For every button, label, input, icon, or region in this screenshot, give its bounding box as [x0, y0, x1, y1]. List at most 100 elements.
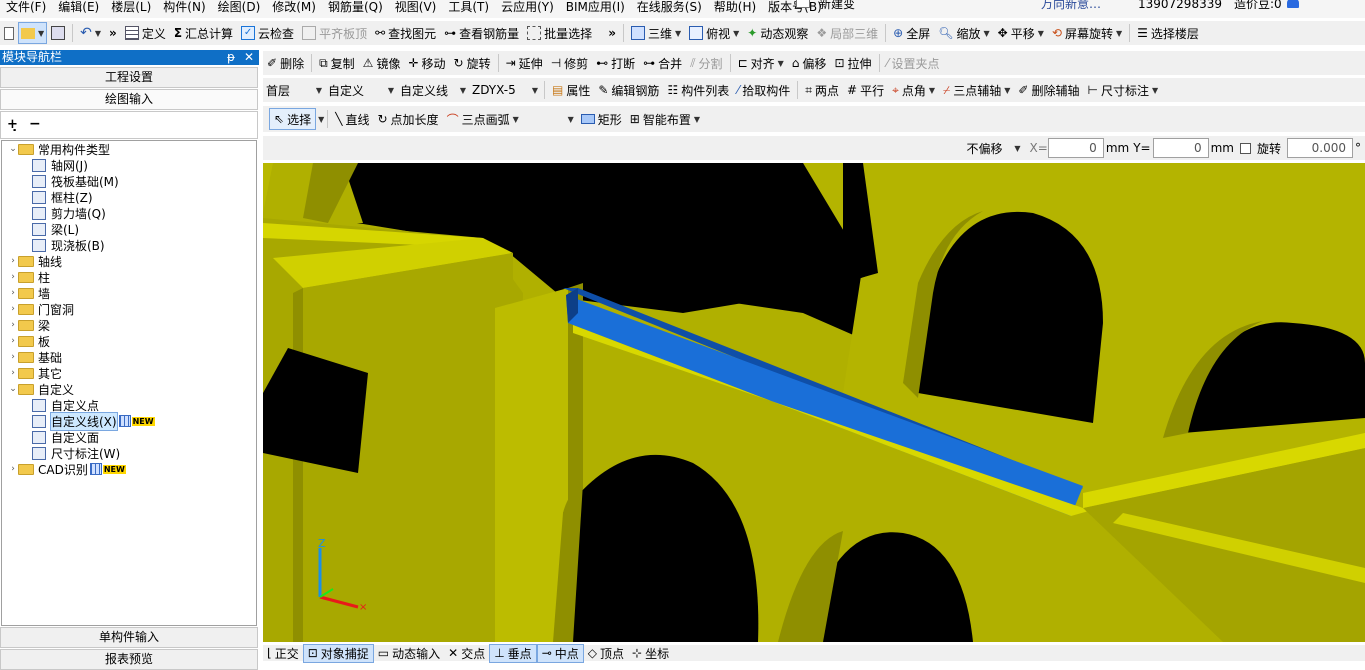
parallel-button[interactable]: # 平行: [843, 79, 888, 101]
define-button[interactable]: 定义: [121, 22, 170, 44]
project-settings-button[interactable]: 工程设置: [0, 67, 258, 88]
line-button[interactable]: ╲ 直线: [331, 108, 373, 130]
perpendicular-toggle[interactable]: ⊥ 垂点: [489, 643, 537, 663]
tree-item[interactable]: 现浇板(B): [32, 237, 105, 253]
chevron-down-icon[interactable]: ▼: [318, 115, 324, 124]
chevron-right-icon[interactable]: ›: [8, 256, 18, 266]
bell-icon[interactable]: [1287, 0, 1299, 8]
menu-tools[interactable]: 工具(T): [442, 0, 495, 14]
tree-item[interactable]: › 柱: [8, 269, 50, 285]
mirror-button[interactable]: ⚠︎ 镜像: [359, 52, 405, 74]
fullscreen-button[interactable]: ⊕ 全屏: [889, 22, 934, 44]
pin-icon[interactable]: ᵽ: [227, 50, 235, 65]
undo-button[interactable]: ↶ ▼: [76, 22, 105, 44]
property-button[interactable]: ▤ 属性: [548, 79, 594, 101]
save-button[interactable]: [47, 22, 69, 44]
break-button[interactable]: ⊷ 打断: [592, 52, 639, 74]
menu-element[interactable]: 构件(N): [157, 0, 211, 14]
menu-view[interactable]: 视图(V): [389, 0, 443, 14]
chevron-down-icon[interactable]: ⌄: [8, 384, 18, 394]
drawing-input-button[interactable]: 绘图输入: [0, 89, 258, 110]
tree-item[interactable]: 自定义点: [32, 397, 99, 413]
edit-rebar-button[interactable]: ✎ 编辑钢筋: [594, 79, 663, 101]
chevron-right-icon[interactable]: ›: [8, 464, 18, 474]
chevron-right-icon[interactable]: ›: [8, 304, 18, 314]
dynamic-view-button[interactable]: ✦ 动态观察: [743, 22, 812, 44]
view-3d-button[interactable]: 三维 ▼: [627, 22, 685, 44]
menu-bim[interactable]: BIM应用(I): [560, 0, 631, 14]
new-file-button[interactable]: [0, 22, 18, 44]
tree-item[interactable]: › 基础: [8, 349, 62, 365]
vertex-toggle[interactable]: ◇ 顶点: [584, 645, 628, 662]
intersection-toggle[interactable]: ✕ 交点: [444, 645, 489, 662]
menu-help[interactable]: 帮助(H): [708, 0, 762, 14]
tree-item[interactable]: › 门窗洞: [8, 301, 74, 317]
tree-item[interactable]: 轴网(J): [32, 157, 88, 173]
single-element-input-button[interactable]: 单构件输入: [0, 627, 258, 648]
move-button[interactable]: ✛ 移动: [404, 52, 449, 74]
stretch-button[interactable]: ⊡ 拉伸: [830, 52, 875, 74]
trim-button[interactable]: ⊣ 修剪: [547, 52, 592, 74]
tree-item[interactable]: 梁(L): [32, 221, 79, 237]
tree-item[interactable]: 框柱(Z): [32, 189, 93, 205]
local-3d-button[interactable]: ❖ 局部三维: [812, 22, 882, 44]
menu-file[interactable]: 文件(F): [0, 0, 52, 14]
tree-item[interactable]: › 其它: [8, 365, 62, 381]
align-button[interactable]: ⊏ 对齐 ▼: [734, 52, 788, 74]
delete-aux-button[interactable]: ✐ 删除辅轴: [1014, 79, 1083, 101]
tree-item[interactable]: 剪力墙(Q): [32, 205, 106, 221]
tree-item[interactable]: 自定义面: [32, 429, 99, 445]
snap-toggle[interactable]: ⊡ 对象捕捉: [302, 643, 374, 663]
new-change-button[interactable]: 新建变: [790, 0, 867, 11]
point-angle-button[interactable]: ⌖ 点角 ▼: [888, 79, 939, 101]
extend-button[interactable]: ⇥ 延伸: [502, 52, 547, 74]
y-offset-input[interactable]: 0: [1152, 138, 1209, 158]
tree-item[interactable]: ⌄ 自定义: [8, 381, 74, 397]
tree-item[interactable]: › 轴线: [8, 253, 62, 269]
tree-item[interactable]: ⌄ 常用构件类型: [8, 141, 110, 157]
chevron-right-icon[interactable]: ›: [8, 288, 18, 298]
midpoint-toggle[interactable]: ⊸ 中点: [536, 643, 584, 663]
copy-button[interactable]: ⧉ 复制: [315, 52, 359, 74]
menu-rebar[interactable]: 钢筋量(Q): [322, 0, 389, 14]
category-select[interactable]: 自定义 ▼: [325, 80, 397, 100]
chevron-down-icon[interactable]: ⌄: [8, 144, 18, 154]
select-floor-button[interactable]: ☰ 选择楼层: [1133, 22, 1203, 44]
three-point-aux-button[interactable]: ⌿ 三点辅轴 ▼: [939, 79, 1014, 101]
tree-item[interactable]: 尺寸标注(W): [32, 445, 120, 461]
rotate-angle-input[interactable]: 0.000: [1287, 138, 1353, 158]
screen-rotate-button[interactable]: ⟲ 屏幕旋转 ▼: [1048, 22, 1126, 44]
3d-viewport[interactable]: Z ×: [263, 163, 1365, 642]
pan-button[interactable]: ✥ 平移 ▼: [994, 22, 1048, 44]
sum-calc-button[interactable]: Σ 汇总计算: [170, 22, 237, 44]
cloud-check-button[interactable]: ✓ 云检查: [237, 22, 298, 44]
zoom-button[interactable]: 🔍︎ 缩放 ▼: [934, 22, 993, 44]
chevron-right-icon[interactable]: ›: [8, 352, 18, 362]
tree-item[interactable]: › 墙: [8, 285, 50, 301]
level-top-button[interactable]: 平齐板顶: [298, 22, 371, 44]
tree-item[interactable]: 自定义线(X) NEW: [32, 411, 155, 431]
chevron-right-icon[interactable]: ›: [8, 320, 18, 330]
pick-element-button[interactable]: ⁄ 拾取构件: [733, 79, 794, 101]
tree-item[interactable]: › 板: [8, 333, 50, 349]
expand-all-icon[interactable]: +̣: [7, 117, 18, 132]
rotate-button[interactable]: ↻ 旋转: [450, 52, 495, 74]
split-button[interactable]: ⫽ 分割: [686, 52, 726, 74]
merge-button[interactable]: ⊶ 合并: [639, 52, 686, 74]
offset-mode-select[interactable]: 不偏移 ▼: [964, 138, 1024, 158]
smart-layout-button[interactable]: ⊞ 智能布置 ▼: [626, 108, 704, 130]
open-file-button[interactable]: ▼: [18, 22, 48, 44]
element-list-button[interactable]: ☷ 构件列表: [663, 79, 733, 101]
view-rebar-button[interactable]: ⊶ 查看钢筋量: [440, 22, 523, 44]
coordinate-toggle[interactable]: ⊹ 坐标: [628, 645, 673, 662]
batch-select-button[interactable]: 批量选择: [523, 22, 596, 44]
menu-modify[interactable]: 修改(M): [266, 0, 322, 14]
tree-item[interactable]: › CAD识别 NEW: [8, 461, 126, 477]
rotate-checkbox[interactable]: [1239, 142, 1251, 154]
menu-floor[interactable]: 楼层(L): [105, 0, 157, 14]
close-icon[interactable]: ✕: [244, 50, 254, 65]
chevron-right-icon[interactable]: ›: [8, 336, 18, 346]
set-grip-button[interactable]: ⁄ 设置夹点: [883, 52, 944, 74]
dynamic-input-toggle[interactable]: ▭ 动态输入: [374, 645, 444, 662]
report-preview-button[interactable]: 报表预览: [0, 649, 258, 670]
